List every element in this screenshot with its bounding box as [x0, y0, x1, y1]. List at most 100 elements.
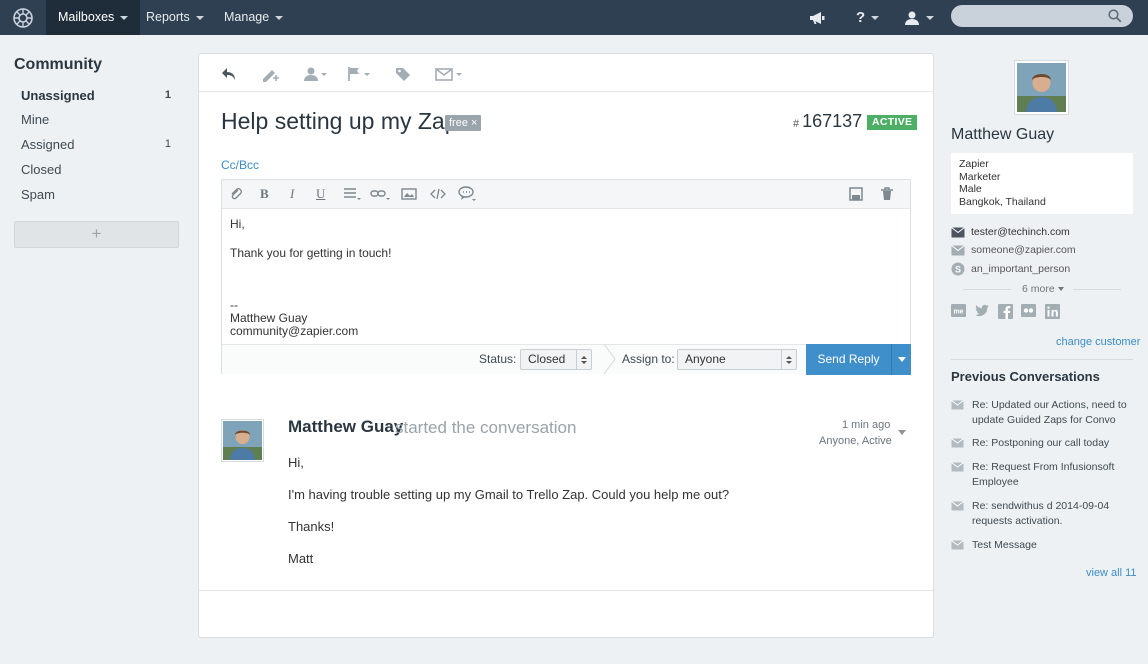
- mailbox-title: Community: [14, 56, 102, 73]
- customer-company: Zapier: [959, 158, 989, 170]
- helpscout-logo-icon[interactable]: [0, 0, 46, 35]
- divider-line: [1073, 289, 1121, 290]
- send-options-button[interactable]: [891, 344, 911, 375]
- previous-conversations-title: Previous Conversations: [951, 369, 1100, 384]
- assign-label: Assign to:: [622, 352, 675, 366]
- status-label: Status:: [479, 352, 517, 366]
- nav-reports[interactable]: Reports: [134, 0, 216, 35]
- image-icon[interactable]: [401, 186, 417, 202]
- flickr-icon[interactable]: [1021, 304, 1036, 320]
- envelope-icon: [951, 400, 964, 410]
- cc-bcc-link[interactable]: Cc/Bcc: [221, 158, 259, 172]
- folder-closed[interactable]: Closed: [21, 162, 176, 182]
- thread-options-icon[interactable]: [898, 423, 906, 438]
- folder-mine[interactable]: Mine: [21, 112, 176, 132]
- customer-email-primary[interactable]: tester@techinch.com: [951, 225, 1070, 239]
- caret-down-icon: [897, 357, 906, 362]
- previous-conversation-item[interactable]: Re: Postponing our call today: [951, 436, 1133, 451]
- reply-line: Thank you for getting in touch!: [230, 246, 392, 260]
- envelope-icon: [951, 226, 965, 237]
- reply-icon[interactable]: [221, 64, 237, 84]
- customer-gender: Male: [959, 183, 982, 195]
- list-icon[interactable]: [343, 186, 361, 202]
- reply-footer: Status: Closed Assign to: Anyone Send Re…: [222, 344, 911, 375]
- reply-body[interactable]: Hi, Thank you for getting in touch! -- M…: [230, 218, 391, 338]
- previous-conversation-item[interactable]: Re: Updated our Actions, need to update …: [951, 398, 1133, 427]
- mail-icon[interactable]: me: [951, 304, 966, 320]
- megaphone-icon[interactable]: [808, 0, 826, 35]
- folder-assigned[interactable]: Assigned 1: [21, 137, 176, 157]
- save-draft-icon[interactable]: [849, 186, 863, 202]
- thread-assignment: Anyone, Active: [819, 435, 892, 447]
- reply-line: community@zapier.com: [230, 324, 359, 338]
- customer-title: Marketer: [959, 170, 1001, 183]
- conversation-subject: Help setting up my Zap: [221, 108, 458, 134]
- select-arrows-icon: [781, 350, 796, 369]
- thread-divider: [199, 590, 933, 591]
- twitter-icon[interactable]: [975, 304, 990, 320]
- bold-icon[interactable]: B: [260, 186, 269, 202]
- message-line: Thanks!: [288, 519, 335, 534]
- sidebar-divider: [951, 359, 1133, 360]
- facebook-icon[interactable]: [998, 304, 1013, 322]
- reply-line: Hi,: [230, 217, 245, 231]
- svg-text:S: S: [955, 265, 961, 275]
- editor-toolbar: B I U: [222, 180, 910, 209]
- status-select[interactable]: Closed: [520, 349, 592, 370]
- user-menu[interactable]: [904, 0, 934, 35]
- linkedin-icon[interactable]: [1045, 304, 1060, 322]
- skype-icon: S: [951, 262, 965, 276]
- tag-badge[interactable]: free ×: [445, 115, 482, 131]
- divider-line: [963, 289, 1011, 290]
- envelope-icon: [951, 540, 964, 550]
- attachment-icon[interactable]: [229, 186, 243, 202]
- ticket-number: #167137: [793, 111, 863, 131]
- envelope-icon: [951, 501, 964, 511]
- send-reply-button[interactable]: Send Reply: [806, 344, 891, 375]
- caret-down-icon: [1057, 287, 1064, 292]
- chevron-divider-icon: [603, 344, 616, 374]
- customer-skype[interactable]: S an_important_person: [951, 262, 1070, 276]
- top-navbar: Mailboxes Reports Manage ?: [0, 0, 1148, 35]
- conversation-toolbar: [199, 54, 933, 92]
- previous-conversation-item[interactable]: Test Message: [951, 538, 1133, 553]
- view-all-link[interactable]: view all 11: [1086, 567, 1137, 579]
- envelope-icon: [951, 244, 965, 255]
- conversation-card: Help setting up my Zap free × #167137 AC…: [198, 53, 934, 638]
- search-input[interactable]: [951, 5, 1133, 27]
- thread-author[interactable]: Matthew Guay: [288, 417, 403, 437]
- folder-spam[interactable]: Spam: [21, 187, 176, 207]
- search-icon[interactable]: [1108, 9, 1122, 26]
- code-icon[interactable]: [430, 186, 446, 202]
- help-icon: ?: [856, 9, 866, 26]
- flag-icon[interactable]: [347, 64, 373, 84]
- underline-icon[interactable]: U: [316, 186, 325, 202]
- italic-icon[interactable]: I: [290, 186, 294, 202]
- customer-email-secondary[interactable]: someone@zapier.com: [951, 243, 1076, 257]
- add-folder-button[interactable]: +: [14, 221, 179, 248]
- customer-details: Zapier Marketer Male Bangkok, Thailand: [951, 153, 1133, 214]
- assign-select[interactable]: Anyone: [677, 349, 797, 370]
- note-icon[interactable]: [261, 64, 281, 84]
- email-actions-icon[interactable]: [435, 64, 465, 84]
- trash-icon[interactable]: [880, 186, 894, 202]
- svg-text:me: me: [953, 309, 963, 316]
- message-line: Hi,: [288, 455, 304, 470]
- previous-conversation-item[interactable]: Re: Request From Infusionsoft Employee: [951, 460, 1133, 489]
- tag-icon[interactable]: [395, 64, 411, 84]
- help-menu[interactable]: ?: [856, 0, 880, 35]
- thread-action: started the conversation: [395, 418, 577, 437]
- thread-time: 1 min ago: [842, 419, 891, 431]
- customer-avatar: [1014, 60, 1069, 115]
- avatar: [221, 419, 264, 462]
- previous-conversation-item[interactable]: Re: sendwithus d 2014-09-04 requests act…: [951, 499, 1133, 528]
- nav-manage[interactable]: Manage: [212, 0, 295, 35]
- envelope-icon: [951, 462, 964, 472]
- change-customer-link[interactable]: change customer: [1056, 336, 1140, 348]
- assign-user-icon[interactable]: [303, 64, 329, 84]
- saved-reply-icon[interactable]: [458, 186, 478, 202]
- link-icon[interactable]: [370, 186, 390, 202]
- more-contacts-toggle[interactable]: 6 more: [951, 283, 1133, 297]
- nav-mailboxes[interactable]: Mailboxes: [46, 0, 141, 35]
- folder-unassigned[interactable]: Unassigned 1: [21, 88, 176, 108]
